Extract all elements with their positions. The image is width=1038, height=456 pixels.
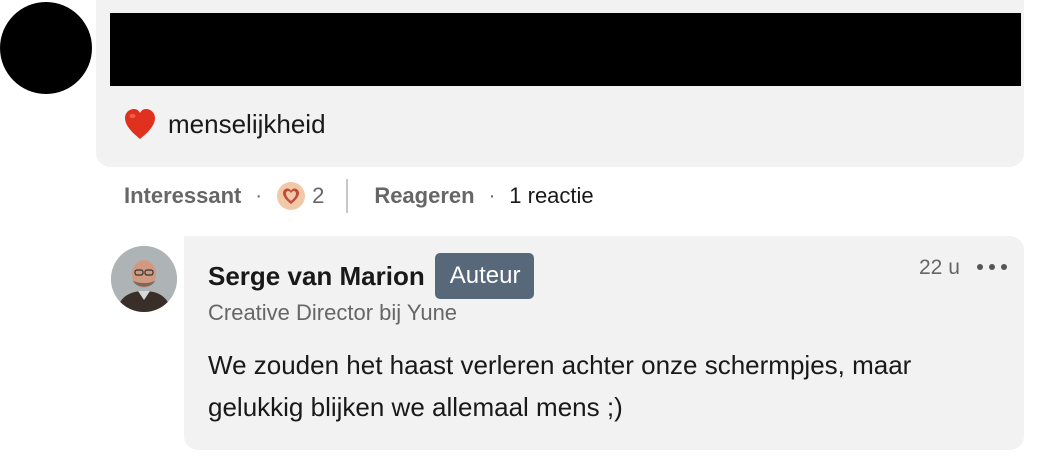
like-button[interactable]: Interessant [124,183,241,209]
red-heart-icon [125,109,155,139]
author-row: Serge van Marion Auteur [208,252,535,300]
reply-timestamp: 22 u [919,256,960,279]
author-name[interactable]: Serge van Marion [208,261,425,292]
author-headline: Creative Director bij Yune [208,300,458,325]
reply-count-link[interactable]: 1 reactie [509,183,593,209]
more-options-icon[interactable] [977,257,1007,277]
comment-body: menselijkheid [122,104,326,144]
separator-dot: · [255,184,263,207]
author-badge: Auteur [434,253,535,299]
author-avatar[interactable] [111,246,177,312]
reaction-count: 2 [312,183,325,208]
divider [346,179,349,213]
redacted-block [110,13,1021,86]
commenter-avatar[interactable] [0,2,92,94]
comment-actions: Interessant · 2 Reageren · 1 reactie [124,176,594,216]
reply-button[interactable]: Reageren [374,183,474,209]
comment-text: menselijkheid [168,108,326,139]
separator-dot: · [488,184,496,207]
author-photo-icon [111,246,177,312]
heart-reaction-icon [277,182,306,210]
reply-bubble: Serge van Marion Auteur Creative Directo… [184,236,1024,450]
comment-bubble: menselijkheid [96,0,1024,167]
reply-text: We zouden het haast verleren achter onze… [208,350,912,422]
reaction-summary[interactable]: 2 [276,181,324,211]
